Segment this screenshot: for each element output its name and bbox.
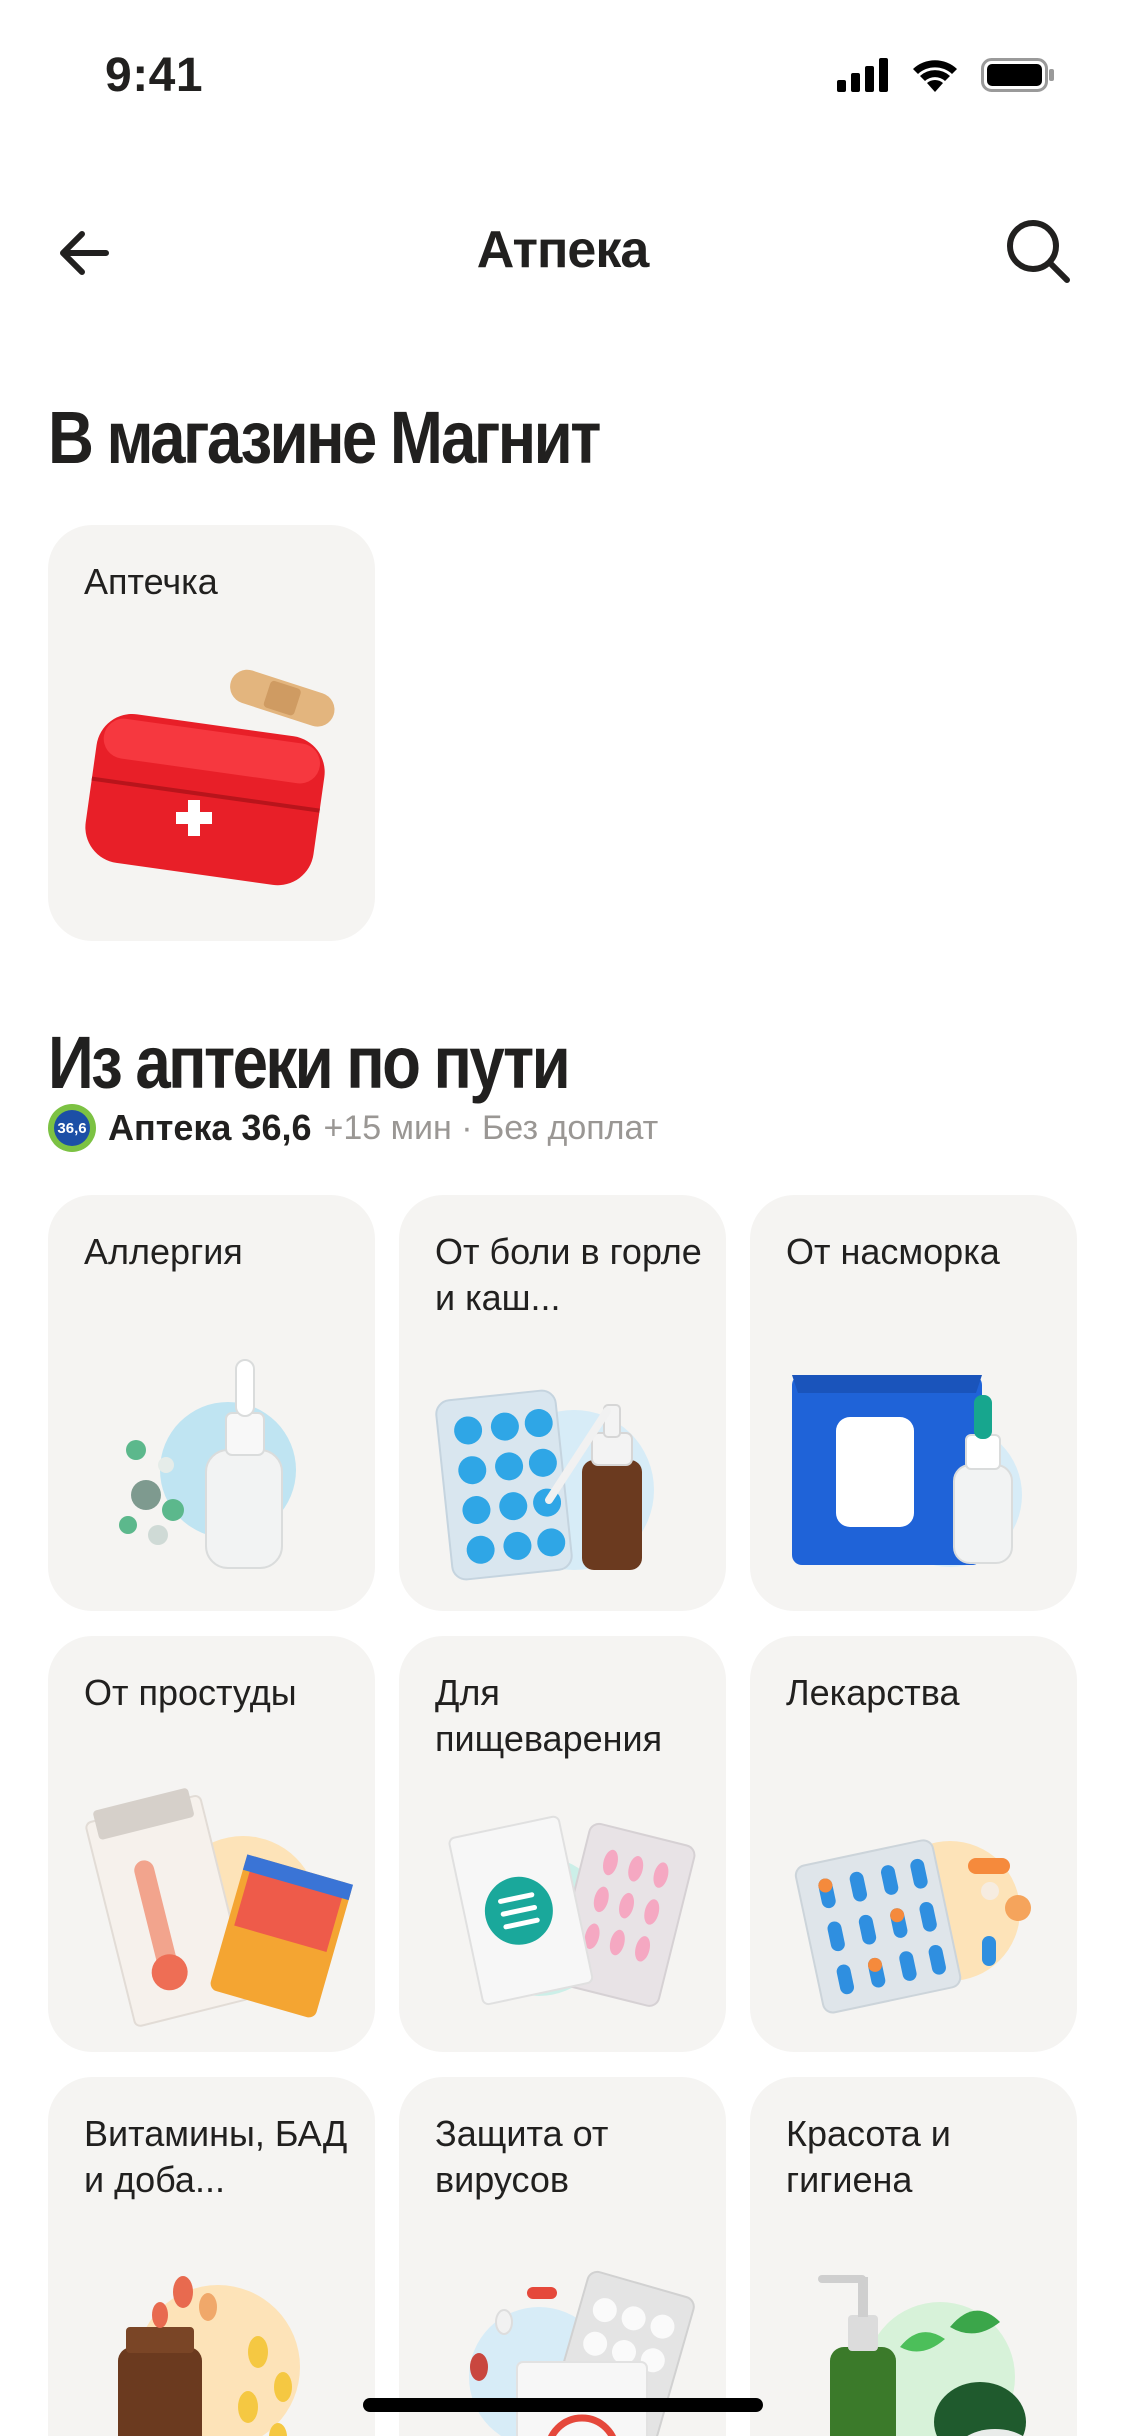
category-card-beauty-hygiene[interactable]: Красота и гигиена [750, 2077, 1077, 2436]
wifi-icon [913, 60, 957, 92]
category-card-allergy[interactable]: Аллергия [48, 1195, 375, 1611]
navigation-bar: Атпека [0, 200, 1125, 300]
capsules-blister-icon [794, 1839, 1031, 2014]
pharmacy-logo: 36,6 [48, 1104, 96, 1152]
nasal-spray-pills-icon [119, 1359, 296, 1569]
category-card-digestion[interactable]: Для пищеварения [399, 1636, 726, 2052]
search-icon[interactable] [1003, 216, 1073, 286]
status-bar: 9:41 [0, 0, 1125, 150]
status-time: 9:41 [105, 49, 204, 102]
category-card-vitamins[interactable]: Витамины, БАД и доба... [48, 2077, 375, 2436]
page-title: Атпека [476, 221, 650, 279]
category-card-first-aid-kit[interactable]: Аптечка [48, 525, 375, 941]
virus-protection-icon [469, 2270, 695, 2436]
pharmacy-delivery-meta: +15 мин · Без доплат [323, 1108, 659, 1147]
first-aid-kit-icon [85, 669, 335, 886]
wipes-nasal-spray-icon [792, 1375, 1022, 1567]
home-indicator[interactable] [363, 2398, 763, 2412]
category-card-medicines[interactable]: Лекарства [750, 1636, 1077, 2052]
pharmacy-name: Аптека 36,6 [108, 1107, 312, 1148]
battery-icon [981, 58, 1054, 92]
status-icons [837, 58, 1055, 92]
cellular-signal-icon [837, 58, 888, 92]
pharmacy-info[interactable]: 36,6 Аптека 36,6 +15 мин · Без доплат [48, 1103, 658, 1153]
pharmacy-section-title: Из аптеки по пути [48, 1021, 571, 1104]
category-card-runny-nose[interactable]: От насморка [750, 1195, 1077, 1611]
category-card-throat[interactable]: От боли в горле и каш... [399, 1195, 726, 1611]
digestion-box-icon [448, 1815, 696, 2007]
cosmetics-bottle-icon [818, 2275, 1026, 2436]
category-card-cold[interactable]: От простуды [48, 1636, 375, 2052]
lozenges-throat-spray-icon [435, 1389, 654, 1581]
thermometer-box-icon [85, 1788, 354, 2027]
vitamin-bottle-icon [118, 2276, 300, 2436]
store-section-title: В магазине Магнит [48, 396, 601, 479]
category-card-virus-protection[interactable]: Защита от вирусов [399, 2077, 726, 2436]
